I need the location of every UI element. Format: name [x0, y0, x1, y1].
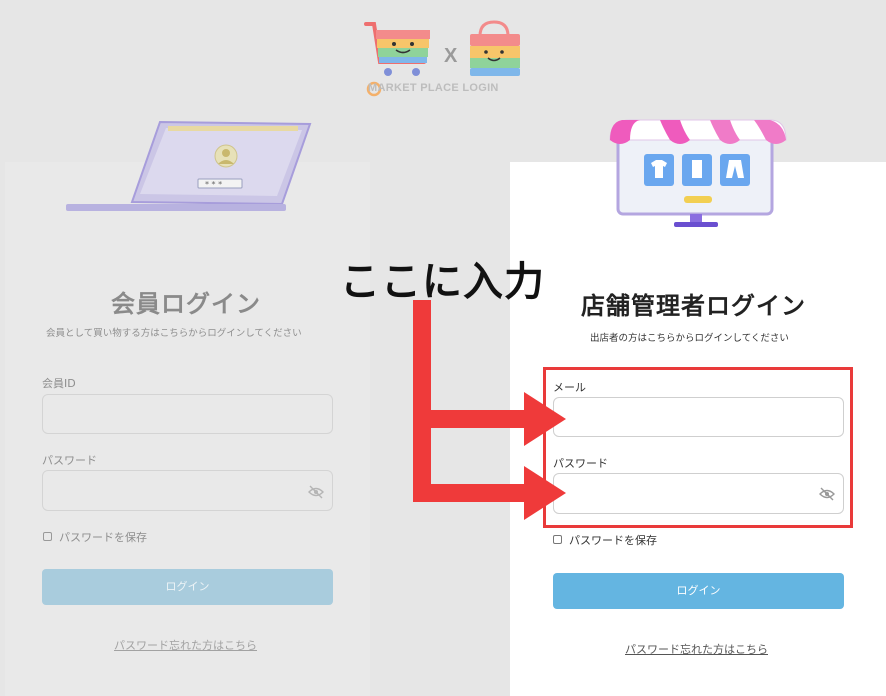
member-login-subtitle: 会員として買い物する方はこちらからログインしてください [46, 328, 302, 339]
admin-save-password-checkbox[interactable] [553, 535, 562, 544]
member-id-input[interactable] [42, 394, 333, 434]
member-password-input[interactable] [42, 470, 333, 511]
annotation-text: ここに入力 [340, 259, 545, 305]
member-login-title: 会員ログイン [111, 290, 261, 318]
member-id-label: 会員ID [42, 377, 76, 390]
eye-off-icon[interactable] [308, 485, 324, 499]
cart-logo-icon [364, 22, 430, 76]
svg-text:* * *: * * * [205, 180, 222, 189]
admin-login-button[interactable]: ログイン [553, 573, 844, 609]
input-highlight-box [543, 367, 853, 528]
member-save-password-label: パスワードを保存 [59, 531, 147, 544]
member-forgot-password-link[interactable]: パスワード忘れた方はこちら [114, 637, 257, 653]
admin-save-password-label: パスワードを保存 [569, 534, 657, 547]
admin-login-title: 店舗管理者ログイン [581, 292, 806, 320]
arrow-shaft-vertical [413, 300, 431, 500]
bag-logo-icon [470, 20, 520, 76]
storefront-illustration [609, 119, 787, 227]
admin-login-subtitle: 出店者の方はこちらからログインしてください [590, 333, 789, 344]
member-password-label: パスワード [42, 454, 97, 467]
admin-forgot-password-link[interactable]: パスワード忘れた方はこちら [625, 641, 768, 657]
member-save-password-checkbox[interactable] [43, 532, 52, 541]
member-login-button[interactable]: ログイン [42, 569, 333, 605]
logo-separator: X [444, 45, 458, 67]
laptop-illustration: * * * [66, 120, 312, 211]
logo-text: MARKET PLACE LOGIN [368, 82, 499, 94]
